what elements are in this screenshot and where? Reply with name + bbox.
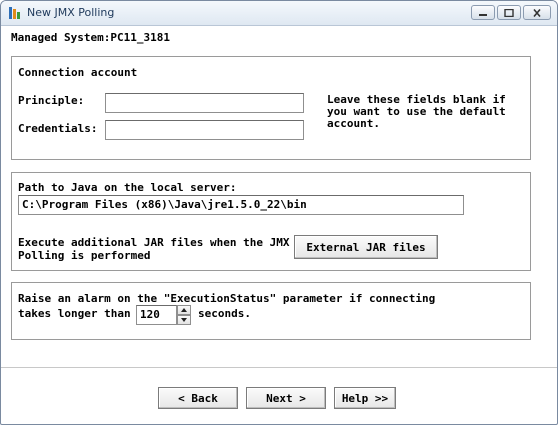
next-button[interactable]: Next > [246, 387, 326, 409]
window-title: New JMX Polling [27, 6, 115, 19]
connection-heading: Connection account [18, 66, 138, 79]
close-button[interactable] [523, 5, 551, 20]
timeout-input[interactable]: 120 [136, 305, 177, 325]
timeout-spinner [177, 305, 191, 325]
minimize-icon [479, 13, 487, 16]
back-button[interactable]: < Back [158, 387, 238, 409]
credentials-label: Credentials: [18, 122, 98, 135]
dialog-window: New JMX Polling Managed System:PC11_3181… [0, 0, 558, 425]
jar-text-line-2: Polling is performed [18, 249, 151, 262]
help-button[interactable]: Help >> [334, 387, 396, 409]
minimize-button[interactable] [471, 5, 495, 20]
principle-input[interactable] [105, 93, 304, 113]
spinner-down-icon [181, 318, 187, 322]
maximize-button[interactable] [497, 5, 521, 20]
managed-system-label: Managed System:PC11_3181 [11, 31, 170, 44]
alarm-prefix-text: takes longer than [18, 307, 131, 320]
principle-label: Principle: [18, 94, 85, 107]
java-path-label: Path to Java on the local server: [18, 181, 237, 194]
title-bar: New JMX Polling [1, 1, 557, 26]
maximize-icon [504, 8, 514, 17]
close-icon [533, 8, 541, 17]
spinner-up-button[interactable] [177, 305, 191, 315]
alarm-text-line-1: Raise an alarm on the "ExecutionStatus" … [18, 292, 436, 305]
hint-line-3: account. [327, 117, 380, 130]
alarm-suffix-text: seconds. [198, 307, 251, 320]
jar-text-line-1: Execute additional JAR files when the JM… [18, 236, 290, 249]
java-path-input[interactable]: C:\Program Files (x86)\Java\jre1.5.0_22\… [18, 195, 464, 215]
spinner-up-icon [181, 308, 187, 312]
credentials-input[interactable] [105, 120, 304, 140]
external-jar-files-button[interactable]: External JAR files [294, 235, 438, 259]
footer-divider [1, 367, 557, 368]
app-icon [9, 7, 20, 19]
spinner-down-button[interactable] [177, 315, 191, 325]
